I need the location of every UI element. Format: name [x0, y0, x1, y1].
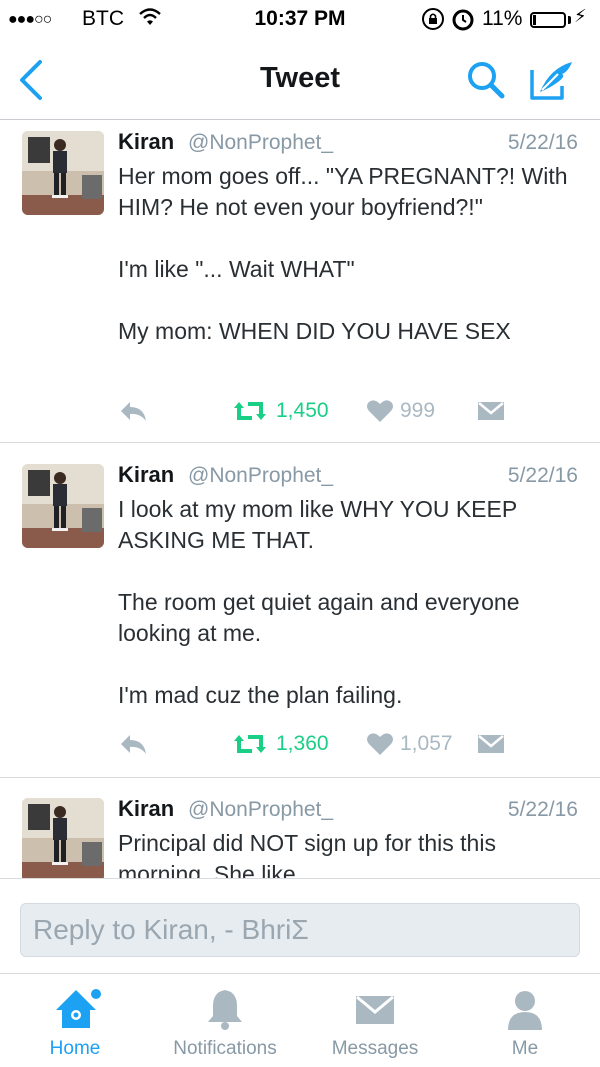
search-icon[interactable] [466, 60, 506, 100]
envelope-icon [478, 402, 504, 420]
tab-me[interactable]: Me [450, 974, 600, 1067]
author-name[interactable]: Kiran [118, 462, 174, 488]
tab-label: Me [511, 1038, 539, 1059]
reply-button[interactable] [118, 724, 148, 764]
tweet[interactable]: Kiran @NonProphet_ 5/22/16 Principal did… [0, 778, 600, 878]
tab-notifications[interactable]: Notifications [150, 974, 300, 1067]
author-handle[interactable]: @NonProphet_ [188, 798, 333, 822]
retweet-count: 1,360 [276, 732, 329, 755]
retweet-icon [234, 402, 266, 420]
reply-button[interactable] [118, 391, 148, 431]
tweet-text: Principal did NOT sign up for this this … [118, 830, 503, 878]
home-icon [56, 989, 101, 1028]
avatar[interactable] [22, 798, 104, 878]
back-chevron-icon[interactable] [14, 58, 54, 102]
person-icon [508, 991, 542, 1030]
tweet[interactable]: Kiran @NonProphet_ 5/22/16 Her mom goes … [0, 121, 600, 443]
like-button[interactable]: 999 [366, 391, 435, 431]
author-name[interactable]: Kiran [118, 129, 174, 155]
retweet-button[interactable]: 1,450 [230, 391, 329, 431]
reply-bar [0, 878, 600, 974]
envelope-icon [356, 995, 394, 1024]
direct-message-button[interactable] [476, 724, 506, 764]
tweet-date: 5/22/16 [507, 464, 578, 487]
reply-icon [121, 735, 146, 754]
tab-bar: Home Notifications Messages Me [0, 974, 600, 1067]
navigation-bar: Tweet [0, 40, 600, 120]
retweet-count: 1,450 [276, 399, 329, 422]
tweet-actions: 1,450 999 [118, 391, 578, 431]
envelope-icon [478, 735, 504, 753]
like-count: 1,057 [400, 732, 453, 755]
reply-input[interactable] [20, 903, 580, 957]
tweet-date: 5/22/16 [507, 798, 578, 821]
tab-label: Notifications [173, 1038, 277, 1059]
battery-icon [530, 12, 566, 28]
avatar[interactable] [22, 464, 104, 548]
reply-icon [121, 402, 146, 421]
tweet[interactable]: Kiran @NonProphet_ 5/22/16 I look at my … [0, 443, 600, 778]
author-name[interactable]: Kiran [118, 796, 174, 822]
heart-icon [367, 400, 393, 422]
tab-label: Home [49, 1038, 101, 1059]
status-bar: ●●●○○ BTC 10:37 PM 11% ⚡ [0, 0, 600, 40]
battery-tip [568, 16, 571, 24]
author-handle[interactable]: @NonProphet_ [188, 464, 333, 488]
retweet-icon [234, 735, 266, 753]
like-button[interactable]: 1,057 [366, 724, 453, 764]
battery-percentage: 11% [482, 7, 523, 30]
tweet-date: 5/22/16 [507, 131, 578, 154]
tab-messages[interactable]: Messages [300, 974, 450, 1067]
tab-label: Messages [331, 1038, 419, 1059]
author-handle[interactable]: @NonProphet_ [188, 131, 333, 155]
compose-icon[interactable] [528, 58, 576, 102]
bell-icon [208, 990, 242, 1030]
retweet-button[interactable]: 1,360 [230, 724, 329, 764]
tweet-actions: 1,360 1,057 [118, 724, 578, 764]
direct-message-button[interactable] [476, 391, 506, 431]
tweet-text: I look at my mom like WHY YOU KEEP ASKIN… [118, 496, 520, 708]
charging-icon: ⚡ [574, 6, 587, 26]
like-count: 999 [400, 399, 436, 422]
heart-icon [367, 733, 393, 755]
alarm-icon [452, 9, 474, 31]
avatar[interactable] [22, 131, 104, 215]
rotation-lock-icon [422, 8, 444, 30]
tab-home[interactable]: Home [0, 974, 150, 1067]
page-title: Tweet [259, 62, 341, 94]
tweet-text: Her mom goes off... "YA PREGNANT?! With … [118, 163, 568, 344]
